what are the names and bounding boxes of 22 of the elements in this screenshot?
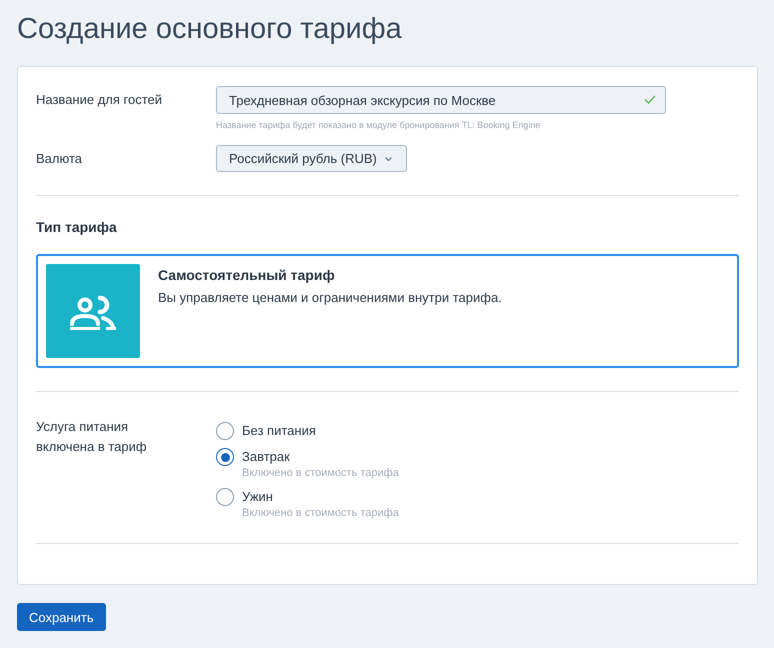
save-button[interactable]: Сохранить: [17, 603, 106, 631]
people-icon: [46, 264, 140, 358]
page-title: Создание основного тарифа: [17, 12, 402, 46]
field-label: Услуга питания включена в тариф: [36, 418, 148, 456]
chevron-down-icon: [384, 156, 392, 160]
option-label[interactable]: Без питания: [242, 422, 316, 440]
section-heading: Тип тарифа: [36, 218, 117, 236]
option-label[interactable]: Завтрак: [242, 448, 290, 466]
currency-dropdown[interactable]: Российский рубль (RUB): [216, 145, 407, 172]
option-note: Включено в стоимость тарифа: [242, 506, 399, 520]
option-description: Вы управляете ценами и ограничениями внутри тарифа.: [158, 290, 502, 306]
field-hint: Название тарифа будет показано в модуле бронирования TL: Booking Engine: [216, 119, 540, 131]
option-title: Самостоятельный тариф: [158, 266, 335, 284]
radio-button[interactable]: [216, 448, 234, 466]
option-note: Включено в стоимость тарифа: [242, 466, 399, 480]
text-input[interactable]: Трехдневная обзорная экскурсия по Москве: [216, 86, 666, 114]
field-label: Название для гостей: [36, 91, 162, 109]
option-label[interactable]: Ужин: [242, 488, 273, 506]
radio-button[interactable]: [216, 488, 234, 506]
field-label: Валюта: [36, 150, 82, 168]
tariff-option-card[interactable]: Самостоятельный тариф Вы управляете ценами и ограничениями внутри тарифа.: [36, 254, 739, 368]
radio-button[interactable]: [216, 422, 234, 440]
